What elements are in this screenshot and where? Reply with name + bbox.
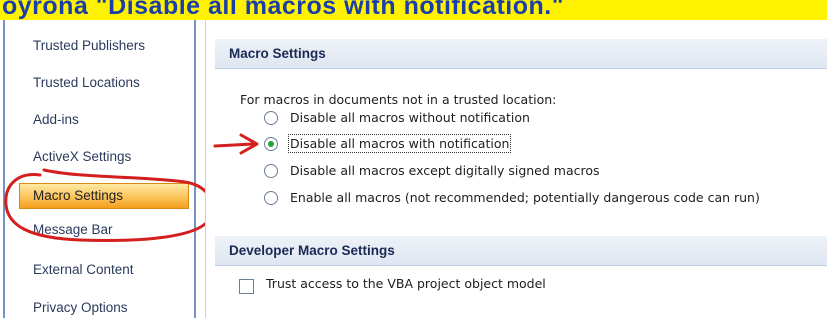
caption-banner: oyronà "Disable all macros with notifica… <box>0 0 827 20</box>
macro-settings-header: Macro Settings <box>215 39 827 69</box>
sidebar-item-trusted-publishers[interactable]: Trusted Publishers <box>33 38 145 53</box>
sidebar-item-add-ins[interactable]: Add-ins <box>33 112 79 127</box>
macro-settings-prompt: For macros in documents not in a trusted… <box>240 92 557 107</box>
option-label: Disable all macros except digitally sign… <box>290 163 600 178</box>
sidebar-item-external-content[interactable]: External Content <box>33 262 134 277</box>
sidebar-item-macro-settings[interactable]: Macro Settings <box>19 183 189 209</box>
option-label: Disable all macros with notification <box>287 134 512 153</box>
sidebar-item-privacy-options[interactable]: Privacy Options <box>33 300 128 315</box>
option-label: Enable all macros (not recommended; pote… <box>290 190 760 205</box>
radio-button[interactable] <box>264 111 278 125</box>
radio-button[interactable] <box>264 164 278 178</box>
trust-center-nav: Trusted Publishers Trusted Locations Add… <box>3 20 196 318</box>
radio-button[interactable] <box>264 191 278 205</box>
developer-macro-settings-header: Developer Macro Settings <box>215 236 827 266</box>
vba-trust-checkbox[interactable] <box>239 279 254 294</box>
sidebar-item-activex-settings[interactable]: ActiveX Settings <box>33 149 131 164</box>
macro-settings-panel: Macro Settings For macros in documents n… <box>205 20 827 318</box>
sidebar-item-message-bar[interactable]: Message Bar <box>33 222 113 237</box>
vba-trust-label: Trust access to the VBA project object m… <box>266 276 546 291</box>
radio-button-selected[interactable] <box>264 137 278 151</box>
sidebar-item-trusted-locations[interactable]: Trusted Locations <box>33 75 140 90</box>
caption-text: oyronà "Disable all macros with notifica… <box>2 0 565 20</box>
option-label: Disable all macros without notification <box>290 110 530 125</box>
